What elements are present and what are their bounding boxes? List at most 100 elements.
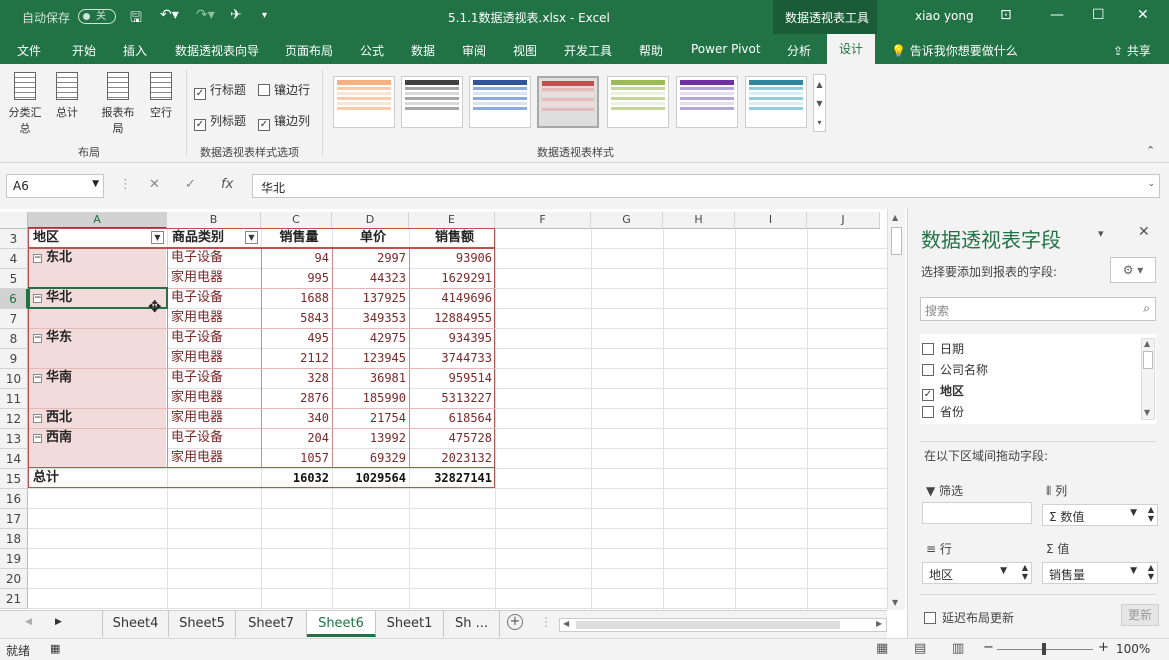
pivot-style-red-selected[interactable] xyxy=(537,76,599,128)
autosave-toggle[interactable]: 关 xyxy=(78,9,116,24)
user-name[interactable]: xiao yong xyxy=(915,9,974,23)
row-header[interactable]: 7 xyxy=(0,309,28,329)
filter-zone[interactable] xyxy=(922,502,1032,524)
col-headers-checkbox[interactable]: ✓ 列标题 xyxy=(194,112,246,131)
column-header[interactable]: J xyxy=(807,212,880,229)
field-item-region[interactable]: ✓ 地区 xyxy=(922,382,964,401)
tab-data[interactable]: 数据 xyxy=(411,42,435,59)
tab-insert[interactable]: 插入 xyxy=(123,42,147,59)
row-header[interactable]: 3 xyxy=(0,229,28,249)
row-header[interactable]: 20 xyxy=(0,569,28,589)
pane-options-icon[interactable]: ▾ xyxy=(1098,227,1104,240)
pivot-style-gray[interactable] xyxy=(401,76,463,128)
tab-splitter-icon[interactable]: ⋮ xyxy=(540,615,552,629)
row-header[interactable]: 14 xyxy=(0,449,28,469)
columns-zone-item[interactable]: Σ 数值 ▼ ▲ ▼ xyxy=(1042,504,1158,526)
enter-icon[interactable]: ✓ xyxy=(185,177,196,192)
scroll-thumb[interactable] xyxy=(1143,351,1153,369)
hscroll-thumb[interactable] xyxy=(576,621,840,629)
update-button[interactable]: 更新 xyxy=(1121,604,1159,626)
share-button[interactable]: ⇪ 共享 xyxy=(1113,42,1151,59)
scroll-left-icon[interactable]: ◀ xyxy=(563,619,569,628)
row-headers-checkbox[interactable]: ✓ 行标题 xyxy=(194,81,246,100)
zoom-out-icon[interactable]: − xyxy=(983,640,994,655)
field-item-province[interactable]: 省份 xyxy=(922,403,964,420)
formula-input[interactable]: 华北 ⌄ xyxy=(252,174,1160,198)
pivot-style-blue[interactable] xyxy=(469,76,531,128)
column-header[interactable]: E xyxy=(409,212,495,229)
values-zone-item[interactable]: 销售量 ▼ ▲ ▼ xyxy=(1042,562,1158,584)
redo-icon[interactable]: ↷▾ xyxy=(196,7,215,23)
pane-close-icon[interactable]: ✕ xyxy=(1138,224,1150,240)
column-header[interactable]: H xyxy=(663,212,735,229)
row-header[interactable]: 12 xyxy=(0,409,28,429)
field-item-company[interactable]: 公司名称 xyxy=(922,361,988,378)
column-header[interactable]: G xyxy=(591,212,663,229)
column-header[interactable]: A xyxy=(28,212,167,229)
next-sheet-icon[interactable]: ▶ xyxy=(55,617,62,627)
blank-rows-button[interactable]: 空行 xyxy=(144,72,178,120)
scroll-down-icon[interactable]: ▼ xyxy=(892,598,898,607)
banded-rows-checkbox[interactable]: 镶边行 xyxy=(258,81,310,98)
subtotals-button[interactable]: 分类汇总 xyxy=(6,72,44,136)
row-header[interactable]: 21 xyxy=(0,589,28,609)
rows-zone-item[interactable]: 地区 ▼ ▲ ▼ xyxy=(922,562,1032,584)
name-box[interactable]: A6 ▼ xyxy=(6,174,104,198)
ribbon-display-icon[interactable]: ⊡ xyxy=(1000,7,1012,23)
grand-totals-button[interactable]: 总计 xyxy=(50,72,84,120)
selected-cell[interactable] xyxy=(28,287,168,309)
row-header[interactable]: 15 xyxy=(0,469,28,489)
defer-update-checkbox[interactable]: 延迟布局更新 xyxy=(924,609,1014,626)
column-header[interactable]: B xyxy=(167,212,261,229)
scroll-up-icon[interactable]: ▲ xyxy=(892,213,898,222)
tab-view[interactable]: 视图 xyxy=(513,42,537,59)
scroll-thumb[interactable] xyxy=(891,227,902,255)
banded-cols-checkbox[interactable]: ✓ 镶边列 xyxy=(258,112,310,131)
field-item-date[interactable]: 日期 xyxy=(922,340,964,357)
cancel-icon[interactable]: ✕ xyxy=(149,177,160,192)
maximize-icon[interactable]: ☐ xyxy=(1092,7,1105,23)
tab-power-pivot[interactable]: Power Pivot xyxy=(691,42,761,56)
styles-scroll-icon[interactable]: ▲ ▼ ▾ xyxy=(813,74,826,132)
page-break-view-icon[interactable]: ▥ xyxy=(952,641,964,656)
scroll-down-icon[interactable]: ▼ xyxy=(1144,408,1150,417)
row-header[interactable]: 18 xyxy=(0,529,28,549)
row-header[interactable]: 11 xyxy=(0,389,28,409)
row-header[interactable]: 5 xyxy=(0,269,28,289)
pivot-style-teal[interactable] xyxy=(745,76,807,128)
zoom-level[interactable]: 100% xyxy=(1116,642,1150,656)
tab-analyze[interactable]: 分析 xyxy=(787,42,811,59)
sheet-tab-sheet6[interactable]: Sheet6 xyxy=(307,611,376,637)
sheet-tab-sheet4[interactable]: Sheet4 xyxy=(102,611,169,637)
row-header[interactable]: 6 xyxy=(0,289,28,309)
gear-icon[interactable]: ⚙ ▾ xyxy=(1110,257,1156,283)
row-header[interactable]: 13 xyxy=(0,429,28,449)
row-header[interactable]: 8 xyxy=(0,329,28,349)
tell-me-box[interactable]: 💡 告诉我你想要做什么 xyxy=(891,42,1018,59)
add-sheet-icon[interactable]: + xyxy=(507,614,523,630)
tab-home[interactable]: 开始 xyxy=(72,42,96,59)
row-header[interactable]: 9 xyxy=(0,349,28,369)
close-icon[interactable]: ✕ xyxy=(1137,7,1149,23)
field-search-input[interactable]: 搜索 ⌕ xyxy=(920,297,1156,321)
scroll-right-icon[interactable]: ▶ xyxy=(876,619,882,628)
tab-formulas[interactable]: 公式 xyxy=(360,42,384,59)
save-icon[interactable]: 🖫 xyxy=(130,7,142,31)
vertical-scrollbar[interactable]: ▲ ▼ xyxy=(887,209,905,610)
select-all-corner[interactable] xyxy=(0,212,28,229)
feather-icon[interactable]: ✈ xyxy=(230,7,242,23)
insert-function-icon[interactable]: fx xyxy=(221,177,233,192)
tab-developer[interactable]: 开发工具 xyxy=(564,42,612,59)
tab-page-layout[interactable]: 页面布局 xyxy=(285,42,333,59)
sheet-tab-more[interactable]: Sh ... xyxy=(444,611,500,637)
row-header[interactable]: 16 xyxy=(0,489,28,509)
horizontal-scrollbar[interactable]: ◀ ▶ xyxy=(559,618,887,632)
page-layout-view-icon[interactable]: ▤ xyxy=(914,641,926,656)
row-header[interactable]: 17 xyxy=(0,509,28,529)
tab-file[interactable]: 文件 xyxy=(17,42,41,59)
tab-design[interactable]: 设计 xyxy=(827,34,875,64)
collapse-ribbon-icon[interactable]: ⌃ xyxy=(1146,144,1155,157)
tab-pivot-wizard[interactable]: 数据透视表向导 xyxy=(175,42,259,59)
pivot-style-green[interactable] xyxy=(607,76,669,128)
row-header[interactable]: 19 xyxy=(0,549,28,569)
